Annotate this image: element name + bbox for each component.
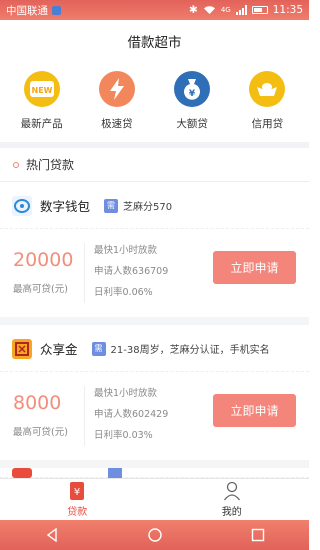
- divider: [84, 386, 85, 446]
- sim-icon: [52, 5, 61, 15]
- system-nav-bar: [0, 520, 309, 550]
- category-fast-loan[interactable]: 极速贷: [82, 62, 152, 142]
- back-icon[interactable]: [45, 528, 59, 542]
- section-title: 热门贷款: [26, 158, 75, 172]
- page-title: 借款超市: [127, 35, 182, 51]
- requirement-icon: [108, 468, 122, 478]
- page-header: 借款超市: [0, 20, 309, 62]
- card-separator: [0, 317, 309, 325]
- loan-tab-icon: ¥: [70, 482, 85, 500]
- loan-card[interactable]: 众享金 需 21-38周岁，芝麻分认证，手机实名 8000 最高可贷(元) 最快…: [0, 326, 309, 468]
- home-icon[interactable]: [147, 528, 162, 542]
- gold-ingot-icon: [249, 71, 286, 107]
- bottom-tab-bar: ¥ 贷款 我的: [0, 478, 309, 520]
- requirement-text: 21-38周岁，芝麻分认证，手机实名: [110, 345, 270, 356]
- wallet-logo-icon: [12, 195, 32, 216]
- recents-icon[interactable]: [251, 528, 265, 542]
- tab-loans[interactable]: ¥ 贷款: [0, 479, 155, 520]
- max-amount: 8000: [13, 392, 62, 414]
- product-name: 众享金: [40, 342, 78, 357]
- network-type: 4G: [220, 6, 231, 14]
- requirement-text: 芝麻分570: [123, 202, 173, 213]
- tab-label: 贷款: [67, 507, 88, 518]
- svg-text:NEW: NEW: [31, 86, 52, 95]
- applicant-count: 申请人数602429: [94, 409, 169, 420]
- loan-card[interactable]: [0, 468, 309, 478]
- category-row: NEW 最新产品 极速贷 ¥ 大额贷 信用贷: [0, 62, 309, 142]
- max-amount-label: 最高可贷(元): [13, 427, 68, 438]
- requirement-icon: 需: [104, 198, 119, 213]
- bluetooth-icon: ✱: [189, 4, 198, 16]
- category-label: 大额贷: [176, 118, 208, 130]
- svg-text:¥: ¥: [74, 487, 80, 498]
- carrier-name: 中国联通: [6, 4, 48, 17]
- category-label: 最新产品: [20, 118, 63, 130]
- wifi-icon: [203, 6, 215, 14]
- money-bag-icon: ¥: [174, 71, 211, 107]
- category-label: 极速贷: [101, 118, 133, 130]
- category-credit-loan[interactable]: 信用贷: [232, 62, 302, 142]
- new-badge-icon: NEW: [23, 71, 60, 107]
- tab-label: 我的: [221, 507, 242, 518]
- zhongxiangjin-logo-icon: [12, 338, 32, 359]
- section-header: 热门贷款: [0, 148, 309, 182]
- product-name: 数字钱包: [40, 199, 91, 214]
- product-logo-icon: [12, 468, 32, 478]
- card-separator: [0, 460, 309, 468]
- lightning-icon: [98, 71, 135, 107]
- divider: [84, 243, 85, 303]
- svg-text:¥: ¥: [189, 89, 196, 99]
- clock-time: 11:35: [272, 4, 303, 16]
- max-amount: 20000: [13, 249, 74, 271]
- person-icon: [223, 481, 240, 501]
- loan-card[interactable]: 数字钱包 需 芝麻分570 20000 最高可贷(元) 最快1小时放款 申请人数…: [0, 183, 309, 325]
- applicant-count: 申请人数636709: [94, 266, 169, 277]
- battery-icon: [251, 6, 268, 14]
- daily-rate: 日利率0.06%: [94, 287, 153, 298]
- category-newest[interactable]: NEW 最新产品: [7, 62, 77, 142]
- signal-icon: [235, 5, 247, 15]
- disburse-time: 最快1小时放款: [94, 245, 158, 256]
- disburse-time: 最快1小时放款: [94, 388, 158, 399]
- bullet-icon: [13, 161, 19, 168]
- max-amount-label: 最高可贷(元): [13, 284, 68, 295]
- apply-now-button[interactable]: 立即申请: [213, 251, 296, 284]
- tab-mine[interactable]: 我的: [155, 479, 310, 520]
- daily-rate: 日利率0.03%: [94, 430, 153, 441]
- category-large-loan[interactable]: ¥ 大额贷: [157, 62, 227, 142]
- requirement-icon: 需: [91, 341, 106, 356]
- status-bar: 中国联通 ✱ 4G 11:35: [0, 0, 309, 20]
- category-label: 信用贷: [251, 118, 284, 130]
- apply-now-button[interactable]: 立即申请: [213, 394, 296, 427]
